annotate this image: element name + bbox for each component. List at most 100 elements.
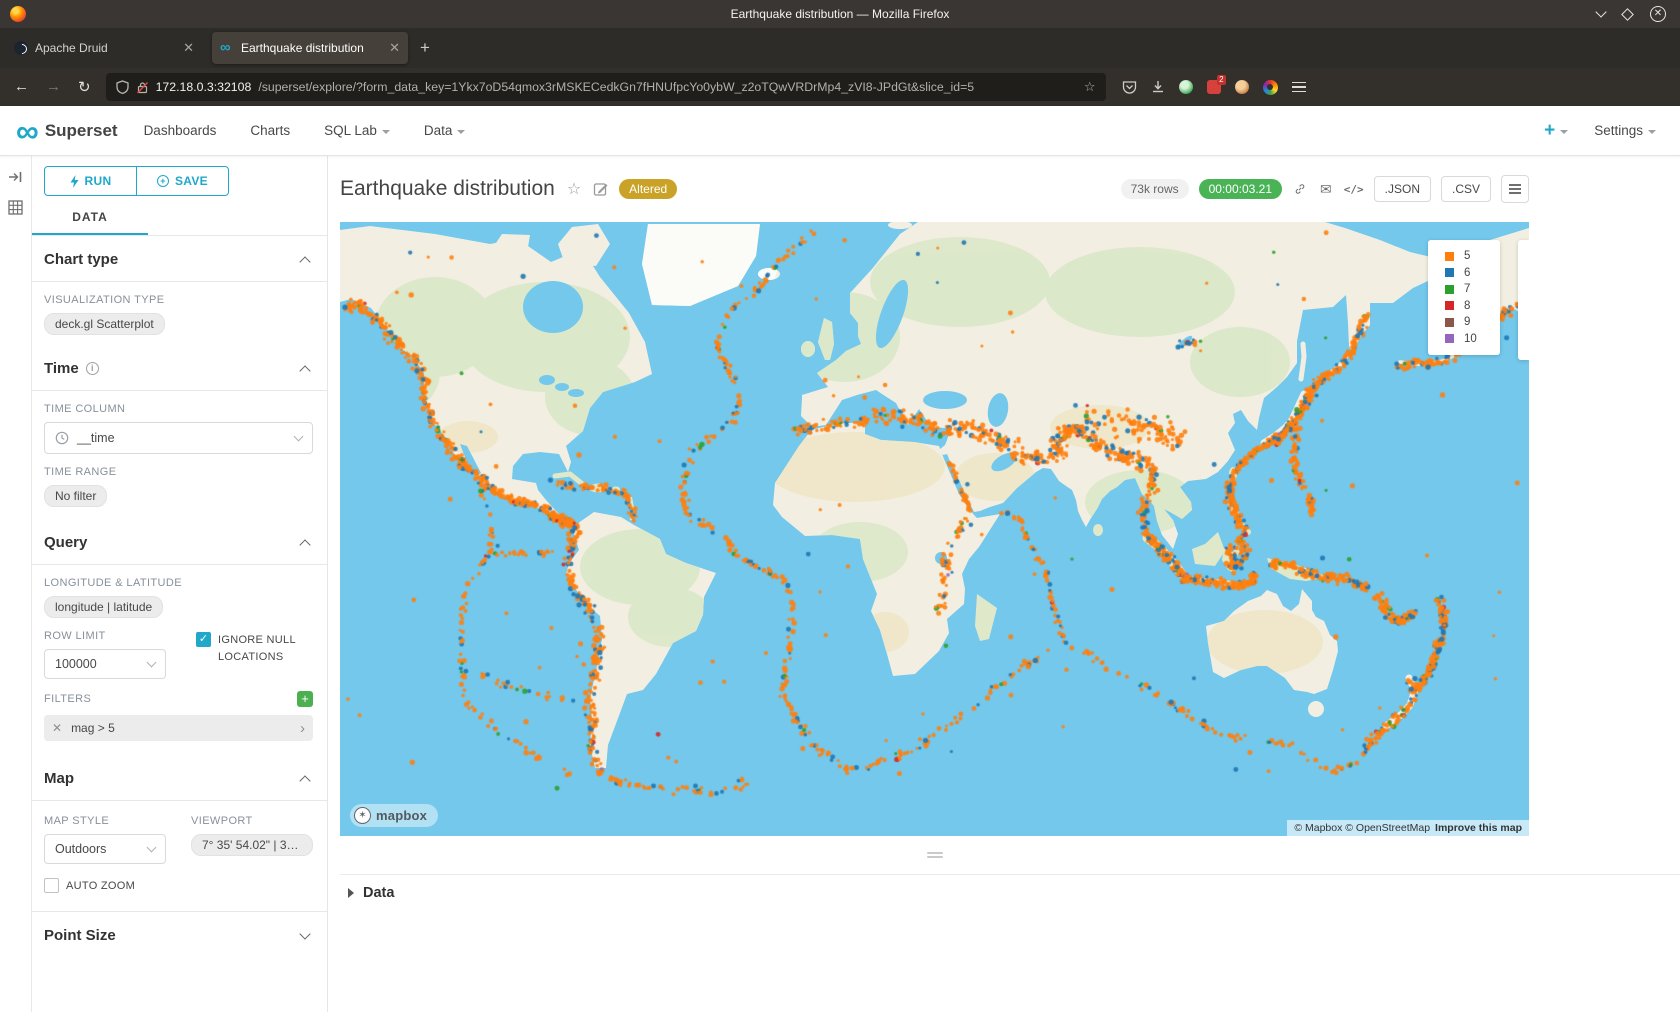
chart-area: Earthquake distribution ☆ Altered 73k ro…: [328, 156, 1680, 1012]
viz-type-chip[interactable]: deck.gl Scatterplot: [44, 313, 165, 335]
shield-icon: [116, 80, 129, 94]
ignore-null-checkbox-row[interactable]: ✓ IGNORE NULL LOCATIONS: [196, 632, 313, 665]
mapbox-logo[interactable]: ✶ mapbox: [350, 804, 438, 827]
section-query[interactable]: Query: [44, 519, 313, 564]
mapbox-compass-icon: ✶: [354, 807, 371, 824]
url-input[interactable]: 172.18.0.3:32108 /superset/explore/?form…: [106, 73, 1106, 101]
section-point-size[interactable]: Point Size: [44, 912, 313, 957]
chart-menu-button[interactable]: [1501, 175, 1529, 203]
add-new-button[interactable]: +: [1544, 120, 1568, 142]
insecure-lock-icon[interactable]: [136, 81, 149, 94]
window-close-icon[interactable]: ✕: [1650, 6, 1666, 22]
druid-favicon-icon: [14, 41, 28, 55]
nav-sql-lab[interactable]: SQL Lab: [324, 123, 390, 138]
data-results-section[interactable]: Data: [340, 874, 1680, 901]
improve-map-link[interactable]: Improve this map: [1435, 822, 1522, 834]
map-attribution: © Mapbox © OpenStreetMap Improve this ma…: [1287, 820, 1529, 836]
nav-charts[interactable]: Charts: [250, 123, 290, 138]
superset-brand-name: Superset: [45, 121, 118, 141]
email-icon[interactable]: ✉: [1318, 181, 1334, 198]
collapse-panel-icon[interactable]: [8, 170, 23, 184]
chevron-down-icon: [382, 130, 390, 134]
map-style-label: MAP STYLE: [44, 815, 179, 827]
checked-checkbox-icon[interactable]: ✓: [196, 632, 211, 647]
datasource-grid-icon[interactable]: [8, 200, 23, 215]
filter-chip[interactable]: ✕ mag > 5 ›: [44, 715, 313, 741]
map-style-select[interactable]: Outdoors: [44, 834, 166, 864]
chevron-up-icon: [299, 775, 310, 786]
time-column-select[interactable]: __time: [44, 422, 313, 454]
time-column-label: TIME COLUMN: [44, 403, 313, 415]
url-host: 172.18.0.3:32108: [156, 80, 252, 94]
bookmark-star-icon[interactable]: ☆: [1084, 79, 1096, 95]
url-path: /superset/explore/?form_data_key=1Ykx7oD…: [258, 80, 1077, 94]
settings-menu[interactable]: Settings: [1594, 123, 1656, 138]
back-button[interactable]: ←: [14, 78, 29, 96]
section-time[interactable]: Time i: [44, 345, 313, 390]
edit-properties-icon[interactable]: [593, 181, 609, 197]
extension-avatar-icon[interactable]: [1235, 80, 1249, 94]
chevron-right-icon: ›: [300, 720, 305, 737]
tab-close-icon[interactable]: ✕: [389, 40, 400, 56]
embed-code-icon[interactable]: </>: [1344, 183, 1364, 196]
share-link-icon[interactable]: [1292, 181, 1308, 197]
superset-navbar: ∞ Superset Dashboards Charts SQL Lab Dat…: [0, 106, 1680, 156]
lonlat-chip[interactable]: longitude | latitude: [44, 596, 163, 618]
remove-filter-icon[interactable]: ✕: [52, 721, 62, 735]
section-map[interactable]: Map: [44, 755, 313, 800]
save-button[interactable]: + SAVE: [136, 166, 229, 196]
download-icon[interactable]: [1151, 80, 1165, 94]
tab-earthquake-distribution[interactable]: ∞ Earthquake distribution ✕: [212, 32, 408, 64]
altered-badge[interactable]: Altered: [619, 179, 677, 199]
time-range-chip[interactable]: No filter: [44, 485, 107, 507]
nav-dashboards[interactable]: Dashboards: [144, 123, 217, 138]
bolt-icon: [70, 175, 79, 188]
tab-close-icon[interactable]: ✕: [183, 40, 194, 56]
favorite-star-icon[interactable]: ☆: [567, 179, 581, 199]
add-filter-button[interactable]: +: [297, 691, 313, 707]
viewport-chip[interactable]: 7° 35' 54.02" | 31...: [191, 834, 313, 856]
chevron-down-icon: [147, 658, 157, 668]
extension-pinwheel-icon[interactable]: [1263, 80, 1278, 95]
ignore-null-label: IGNORE NULL LOCATIONS: [218, 632, 308, 665]
unchecked-checkbox-icon[interactable]: [44, 878, 59, 893]
forward-button[interactable]: →: [46, 78, 61, 96]
window-maximize-icon[interactable]: [1621, 8, 1634, 21]
row-limit-select[interactable]: 100000: [44, 649, 166, 679]
nav-data[interactable]: Data: [424, 123, 466, 138]
export-csv-button[interactable]: .CSV: [1441, 176, 1491, 202]
legend-entry: 8: [1445, 298, 1500, 315]
viz-type-label: VISUALIZATION TYPE: [44, 294, 313, 306]
deckgl-scatter-map[interactable]: 5678910 ✶ mapbox © Mapbox © OpenStreetMa…: [340, 222, 1529, 836]
export-json-button[interactable]: .JSON: [1374, 176, 1431, 202]
tab-apache-druid[interactable]: Apache Druid ✕: [6, 32, 202, 64]
chevron-right-icon: [348, 888, 354, 898]
legend-swatch-icon: [1445, 252, 1454, 261]
filters-label: FILTERS: [44, 693, 91, 705]
query-timer-badge: 00:00:03.21: [1199, 179, 1282, 199]
new-tab-button[interactable]: +: [420, 38, 430, 58]
extension-ublock-icon[interactable]: 2: [1207, 80, 1221, 94]
tab-label: Earthquake distribution: [241, 41, 382, 55]
run-button[interactable]: RUN: [44, 166, 137, 196]
reload-button[interactable]: ↻: [78, 78, 91, 96]
legend-scroll-strip[interactable]: [1518, 240, 1529, 360]
auto-zoom-checkbox-row[interactable]: AUTO ZOOM: [44, 878, 313, 895]
chart-title: Earthquake distribution: [340, 177, 555, 201]
chevron-down-icon: [299, 928, 310, 939]
section-chart-type[interactable]: Chart type: [44, 236, 313, 281]
superset-logo[interactable]: ∞ Superset: [16, 117, 118, 145]
chevron-down-icon: [1648, 130, 1656, 134]
firefox-menu-icon[interactable]: [1292, 82, 1306, 93]
window-chevron-icon[interactable]: [1595, 6, 1606, 17]
panel-resize-handle[interactable]: [340, 836, 1529, 874]
pocket-icon[interactable]: [1122, 80, 1137, 94]
info-icon: i: [86, 362, 99, 375]
extension-green-icon[interactable]: [1179, 80, 1193, 94]
tab-bar: Apache Druid ✕ ∞ Earthquake distribution…: [0, 28, 1680, 68]
map-legend: 5678910: [1428, 240, 1500, 355]
superset-favicon-icon: ∞: [220, 41, 234, 55]
tab-data[interactable]: DATA: [32, 210, 148, 235]
superset-infinity-icon: ∞: [16, 117, 39, 145]
legend-entry: 6: [1445, 265, 1500, 282]
